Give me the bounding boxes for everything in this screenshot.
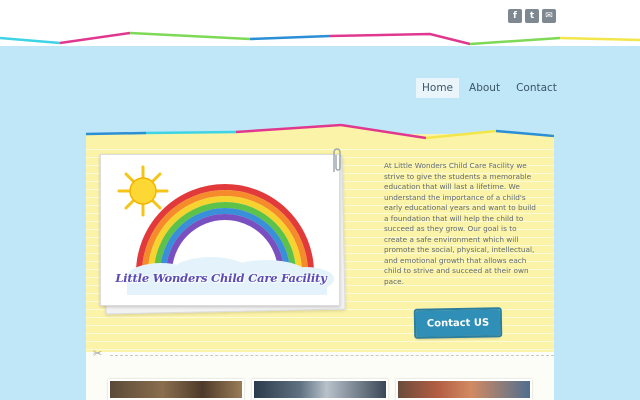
logo-image: Little Wonders Child Care Facility — [100, 154, 340, 306]
header-wave-border — [0, 30, 640, 46]
intro-paragraph: At Little Wonders Child Care Facility we… — [384, 161, 536, 286]
nav-about[interactable]: About — [463, 78, 506, 98]
facebook-icon[interactable]: f — [508, 9, 522, 23]
twitter-icon[interactable]: t — [525, 9, 539, 23]
paper-wave-border — [86, 123, 554, 142]
dashed-divider — [110, 355, 554, 356]
scissors-icon: ✂ — [93, 347, 103, 360]
contact-us-button[interactable]: Contact US — [415, 309, 501, 337]
social-links: f t ✉ — [508, 9, 556, 23]
logo-title-text: Little Wonders Child Care Facility — [115, 271, 327, 285]
paperclip-icon — [333, 148, 341, 172]
email-icon[interactable]: ✉ — [542, 9, 556, 23]
nav-contact[interactable]: Contact — [510, 78, 563, 98]
gallery-thumbnail[interactable] — [396, 379, 532, 400]
main-nav: Home About Contact — [416, 78, 563, 98]
sun-icon — [117, 165, 169, 217]
gallery-thumbnail[interactable] — [252, 379, 388, 400]
gallery-thumbnail[interactable] — [108, 379, 244, 400]
logo-photo-stack: Little Wonders Child Care Facility — [98, 148, 348, 315]
nav-home[interactable]: Home — [416, 78, 460, 98]
